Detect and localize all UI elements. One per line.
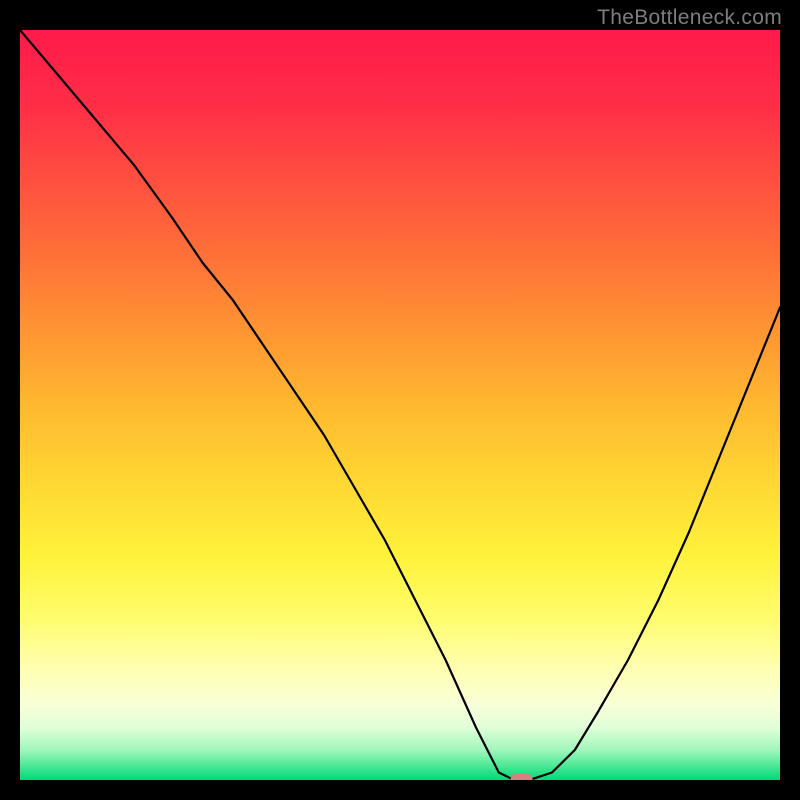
chart-background <box>20 30 780 780</box>
chart-frame <box>20 30 780 780</box>
bottleneck-chart <box>20 30 780 780</box>
watermark-text: TheBottleneck.com <box>597 6 782 30</box>
bottleneck-marker <box>511 774 533 780</box>
